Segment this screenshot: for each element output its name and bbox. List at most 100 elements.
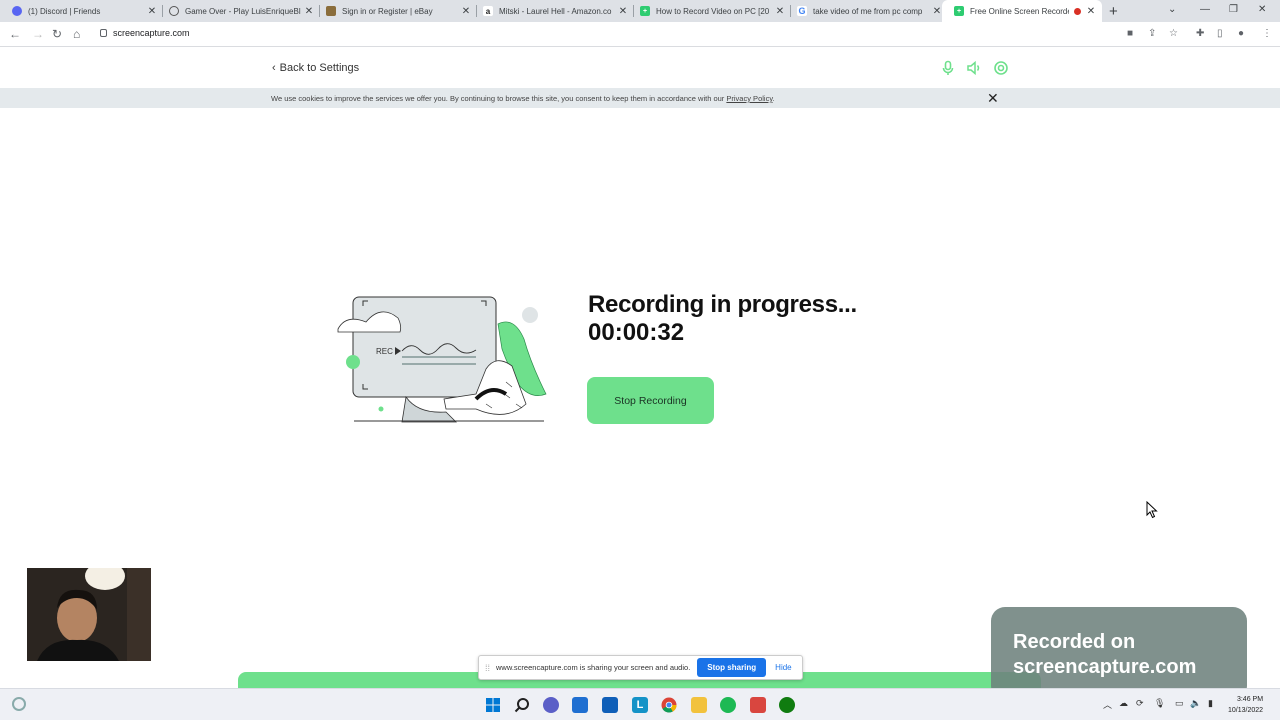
tab-screen-recorder[interactable]: + Free Online Screen Recorde ✕ xyxy=(942,0,1102,22)
cookie-message: We use cookies to improve the services w… xyxy=(271,94,775,103)
tab-discord[interactable]: (1) Discord | Friends ✕ xyxy=(0,0,163,22)
stop-sharing-button[interactable]: Stop sharing xyxy=(697,658,767,677)
menu-icon[interactable]: ⋮ xyxy=(1262,28,1272,39)
tab-amazon[interactable]: a Mitski - Laurel Hell - Amazon.co ✕ xyxy=(471,0,634,22)
tab-game-over[interactable]: Game Over - Play LuisEnriqueBl ✕ xyxy=(157,0,320,22)
stop-recording-button[interactable]: Stop Recording xyxy=(587,377,714,424)
tab-title: Mitski - Laurel Hell - Amazon.co xyxy=(499,6,612,16)
chevron-up-icon[interactable]: ︿ xyxy=(1103,698,1112,711)
google-icon: G xyxy=(797,6,807,16)
close-icon[interactable]: ✕ xyxy=(932,6,942,17)
close-icon[interactable]: ✕ xyxy=(147,6,157,17)
restore-icon[interactable]: ❐ xyxy=(1229,4,1238,15)
tab-title: How to Record Video on PC [20 xyxy=(656,6,770,16)
system-clock[interactable]: 3:46 PM 10/13/2022 xyxy=(1228,694,1263,716)
drag-handle-icon[interactable]: ⁞⁞ xyxy=(485,663,490,673)
browser-tab-strip: (1) Discord | Friends ✕ Game Over - Play… xyxy=(0,0,1280,22)
bag-icon xyxy=(326,6,336,16)
windows-taskbar: L ︿ ☁ ⟳ 🎙 ▭ 🔈 ▮ 3:46 PM 10/13/2022 xyxy=(0,688,1280,720)
lock-icon xyxy=(100,29,107,37)
watermark-line1: Recorded on xyxy=(1013,631,1136,653)
home-icon[interactable]: ⌂ xyxy=(73,27,80,41)
screencapture-icon: + xyxy=(954,6,964,16)
chevron-left-icon: ‹ xyxy=(272,62,276,74)
microphone-tray-icon[interactable]: 🎙 xyxy=(1154,698,1165,709)
tab-title: Free Online Screen Recorde xyxy=(970,6,1069,16)
url-text: screencapture.com xyxy=(113,28,190,38)
recording-status: Recording in progress... xyxy=(588,291,857,318)
tab-ebay[interactable]: Sign in or Register | eBay ✕ xyxy=(314,0,477,22)
sync-icon[interactable]: ⟳ xyxy=(1136,698,1144,709)
window-close-icon[interactable]: ✕ xyxy=(1258,4,1266,15)
minimize-icon[interactable]: — xyxy=(1200,4,1210,15)
cloud-icon[interactable]: ☁ xyxy=(1119,698,1128,709)
amazon-icon: a xyxy=(483,6,493,16)
recorded-on-watermark: Recorded on screencapture.com xyxy=(991,607,1247,700)
screen-sharing-bar: ⁞⁞ www.screencapture.com is sharing your… xyxy=(478,655,803,680)
forward-arrow-icon[interactable]: → xyxy=(32,27,44,41)
recording-dot-icon xyxy=(1074,7,1081,15)
tab-title: take video of me from pc comp xyxy=(813,6,923,16)
clock-time: 3:46 PM xyxy=(1236,696,1264,703)
spotify-icon[interactable] xyxy=(720,697,736,713)
privacy-policy-link[interactable]: Privacy Policy xyxy=(726,94,772,103)
volume-icon[interactable]: 🔈 xyxy=(1190,698,1201,709)
page-content: ‹ Back to Settings We use cookies to imp… xyxy=(0,47,1280,688)
battery-icon[interactable]: ▮ xyxy=(1208,698,1213,709)
browser-toolbar: ← → ↻ ⌂ screencapture.com ■ ⇪ ☆ ✚ ▯ ● ⋮ xyxy=(0,22,1280,47)
file-explorer-icon[interactable] xyxy=(691,697,707,713)
l-app-icon[interactable]: L xyxy=(632,697,648,713)
tab-title: Sign in or Register | eBay xyxy=(342,6,433,16)
windows-start-icon[interactable] xyxy=(485,697,501,713)
back-to-settings-link[interactable]: ‹ Back to Settings xyxy=(272,62,359,74)
mail-icon[interactable] xyxy=(602,697,618,713)
reload-icon[interactable]: ↻ xyxy=(52,27,62,41)
rec-label: REC xyxy=(376,347,393,356)
tab-title: (1) Discord | Friends xyxy=(28,6,101,16)
tab-google-search[interactable]: G take video of me from pc comp ✕ xyxy=(785,0,948,22)
address-bar[interactable]: screencapture.com xyxy=(100,28,190,38)
watermark-line2: screencapture.com xyxy=(1013,656,1197,678)
close-icon[interactable]: ✕ xyxy=(618,6,628,17)
hide-button[interactable]: Hide xyxy=(775,663,791,672)
side-panel-icon[interactable]: ▯ xyxy=(1217,28,1223,39)
bookmark-star-icon[interactable]: ☆ xyxy=(1169,28,1178,39)
cookie-text: We use cookies to improve the services w… xyxy=(271,94,725,103)
mouse-cursor-icon xyxy=(1146,501,1158,519)
back-arrow-icon[interactable]: ← xyxy=(9,27,21,41)
share-icon[interactable]: ⇪ xyxy=(1148,28,1156,39)
tab-title: Game Over - Play LuisEnriqueBl xyxy=(185,6,301,16)
close-icon[interactable]: ✕ xyxy=(987,90,999,107)
discord-icon xyxy=(12,6,22,16)
new-tab-button[interactable]: + xyxy=(1109,3,1118,20)
tab-search-icon[interactable]: ⌄ xyxy=(1168,4,1176,15)
close-icon[interactable]: ✕ xyxy=(775,6,785,17)
chrome-icon[interactable] xyxy=(661,697,677,713)
tab-how-to-record[interactable]: + How to Record Video on PC [20 ✕ xyxy=(628,0,791,22)
microphone-icon[interactable] xyxy=(940,60,956,76)
snipping-icon[interactable] xyxy=(750,697,766,713)
recording-timer: 00:00:32 xyxy=(588,319,685,346)
speaker-icon[interactable] xyxy=(966,60,982,76)
clock-date: 10/13/2022 xyxy=(1228,707,1264,714)
widgets-icon[interactable] xyxy=(12,697,26,711)
game-icon xyxy=(169,6,179,16)
screencapture-icon: + xyxy=(640,6,650,16)
back-label: Back to Settings xyxy=(279,62,360,74)
close-icon[interactable]: ✕ xyxy=(304,6,314,17)
recording-illustration: REC xyxy=(337,296,547,423)
monitor-icon[interactable]: ▭ xyxy=(1175,698,1184,709)
profile-icon[interactable]: ● xyxy=(1238,28,1244,39)
camera-indicator-icon[interactable]: ■ xyxy=(1127,28,1133,39)
webcam-video-icon xyxy=(27,568,151,661)
cookie-period: . xyxy=(772,94,775,103)
close-icon[interactable]: ✕ xyxy=(461,6,471,17)
close-icon[interactable]: ✕ xyxy=(1086,6,1096,17)
search-icon[interactable] xyxy=(514,697,530,713)
xbox-icon[interactable] xyxy=(779,697,795,713)
store-icon[interactable] xyxy=(572,697,588,713)
chat-icon[interactable] xyxy=(543,697,559,713)
extensions-icon[interactable]: ✚ xyxy=(1196,28,1204,39)
cookie-banner: We use cookies to improve the services w… xyxy=(0,88,1280,108)
webcam-icon[interactable] xyxy=(993,60,1009,76)
